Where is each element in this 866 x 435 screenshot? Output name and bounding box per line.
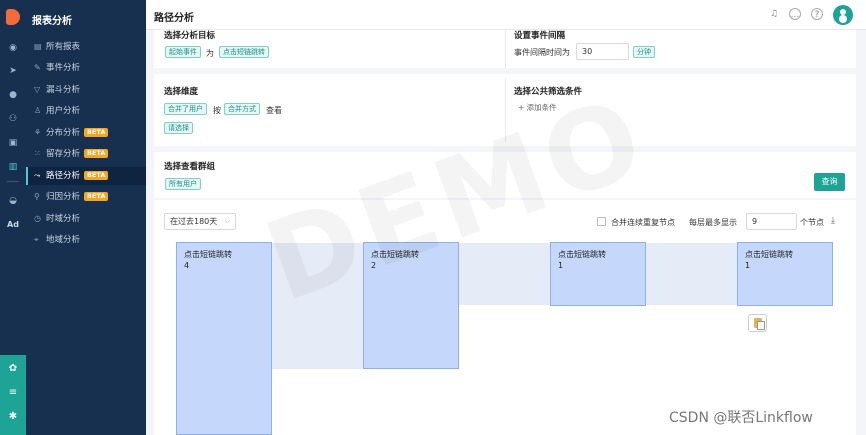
sidebar-item-event[interactable]: ✎ 事件分析 xyxy=(26,59,146,77)
flow-link xyxy=(646,243,738,305)
nodes-unit: 个节点 xyxy=(800,218,824,227)
target-connector: 为 xyxy=(206,49,214,58)
all-users-tag[interactable]: 所有用户 xyxy=(165,178,201,190)
sidebar-item-retention[interactable]: ⁙ 留存分析 BETA xyxy=(26,145,146,163)
sidebar-item-funnel[interactable]: ▽ 漏斗分析 xyxy=(26,81,146,99)
clipboard-icon[interactable] xyxy=(748,314,767,332)
attribution-icon: ⚲ xyxy=(34,192,40,201)
icon-rail: ◉ ➤ ● ⚇ ▣ ▥ ◒ Ad ✿ ≡ ✱ xyxy=(0,0,26,435)
merge-user-tag[interactable]: 合并了用户 xyxy=(164,103,207,115)
path-icon: ⤳ xyxy=(34,171,41,180)
date-range-select[interactable]: 在过去180天 ⌵ xyxy=(164,213,236,230)
funnel-icon: ▽ xyxy=(34,85,41,94)
report-icon[interactable]: ▥ xyxy=(0,159,26,175)
merge-repeat-checkbox[interactable] xyxy=(597,217,606,226)
sidebar-item-location[interactable]: ⌖ 地域分析 xyxy=(26,231,146,249)
app-logo[interactable] xyxy=(6,9,20,25)
bell-icon[interactable]: ♫ xyxy=(768,8,780,20)
sidebar-title: 报表分析 xyxy=(32,16,72,27)
flow-node[interactable]: 点击短链跳转 1 xyxy=(550,242,646,306)
ad-icon[interactable]: Ad xyxy=(0,217,26,233)
chat-icon[interactable]: ◒ xyxy=(0,193,26,209)
message-icon[interactable]: … xyxy=(789,8,801,20)
distribution-icon: ⚘ xyxy=(34,128,42,137)
download-icon[interactable]: ⤓ xyxy=(831,216,835,226)
merge-repeat-label: 合并连续重复节点 xyxy=(611,218,675,227)
flow-node[interactable]: 点击短链跳转 4 xyxy=(176,242,272,435)
view-text: 查看 xyxy=(266,106,282,115)
interval-input[interactable]: 30 xyxy=(576,43,629,60)
target-event-tag[interactable]: 点击短链跳转 xyxy=(219,46,269,58)
start-event-tag[interactable]: 起始事件 xyxy=(165,46,201,58)
flow-node[interactable]: 点击短链跳转 1 xyxy=(737,242,833,306)
dashboard-icon[interactable]: ◉ xyxy=(0,40,26,56)
location-icon: ⌖ xyxy=(34,235,39,244)
chevron-down-icon: ⌵ xyxy=(224,217,230,225)
bookmark-icon[interactable]: ▣ xyxy=(0,135,26,151)
sidebar-item-distribution[interactable]: ⚘ 分布分析 BETA xyxy=(26,124,146,142)
sidebar: 报表分析 ▤ 所有报表 ✎ 事件分析 ▽ 漏斗分析 ♙ 用户分析 ⚘ 分布分析 BETA ⁙… xyxy=(26,0,146,435)
query-button[interactable]: 查询 xyxy=(814,173,845,191)
time-icon: ◷ xyxy=(34,214,41,223)
chart-icon: ▤ xyxy=(34,42,42,51)
csdn-watermark: CSDN @联否Linkflow xyxy=(669,410,813,426)
sidebar-item-user[interactable]: ♙ 用户分析 xyxy=(26,102,146,120)
users-icon[interactable]: ⚇ xyxy=(0,111,26,127)
person-icon[interactable]: ● xyxy=(0,87,26,103)
sidebar-item-all-reports[interactable]: ▤ 所有报表 xyxy=(26,38,146,56)
merge-method-tag[interactable]: 合并方式 xyxy=(224,103,260,115)
settings-icon[interactable]: ✱ xyxy=(0,411,26,422)
user-icon: ♙ xyxy=(34,106,42,115)
interval-label: 事件间隔时间为 xyxy=(514,48,570,57)
page-header: 路径分析 ♫ … ? xyxy=(146,0,866,30)
dimension-title: 选择维度 xyxy=(164,87,199,97)
sidebar-item-time[interactable]: ◷ 时域分析 xyxy=(26,210,146,228)
sidebar-item-attribution[interactable]: ⚲ 归因分析 BETA xyxy=(26,188,146,206)
rail-bottom: ✿ ≡ ✱ xyxy=(0,355,26,435)
max-nodes-input[interactable]: 9 xyxy=(746,213,797,230)
retention-icon: ⁙ xyxy=(34,149,41,158)
edit-icon: ✎ xyxy=(34,63,41,72)
group-title: 选择查看群组 xyxy=(164,162,216,172)
interval-unit-tag[interactable]: 分钟 xyxy=(633,46,655,58)
list-icon[interactable]: ≡ xyxy=(0,387,26,398)
avatar[interactable] xyxy=(833,5,853,25)
send-icon[interactable]: ➤ xyxy=(0,63,26,79)
gift-icon[interactable]: ✿ xyxy=(0,363,26,374)
help-icon[interactable]: ? xyxy=(811,8,823,20)
max-nodes-label: 每层最多显示 xyxy=(689,218,737,227)
target-title: 选择分析目标 xyxy=(164,31,216,41)
interval-title: 设置事件间隔 xyxy=(514,31,566,41)
by-text: 按 xyxy=(213,106,221,115)
dimension-select-tag[interactable]: 请选择 xyxy=(164,122,193,134)
page-title: 路径分析 xyxy=(154,13,194,24)
sidebar-item-path[interactable]: ⤳ 路径分析 BETA xyxy=(26,167,146,185)
